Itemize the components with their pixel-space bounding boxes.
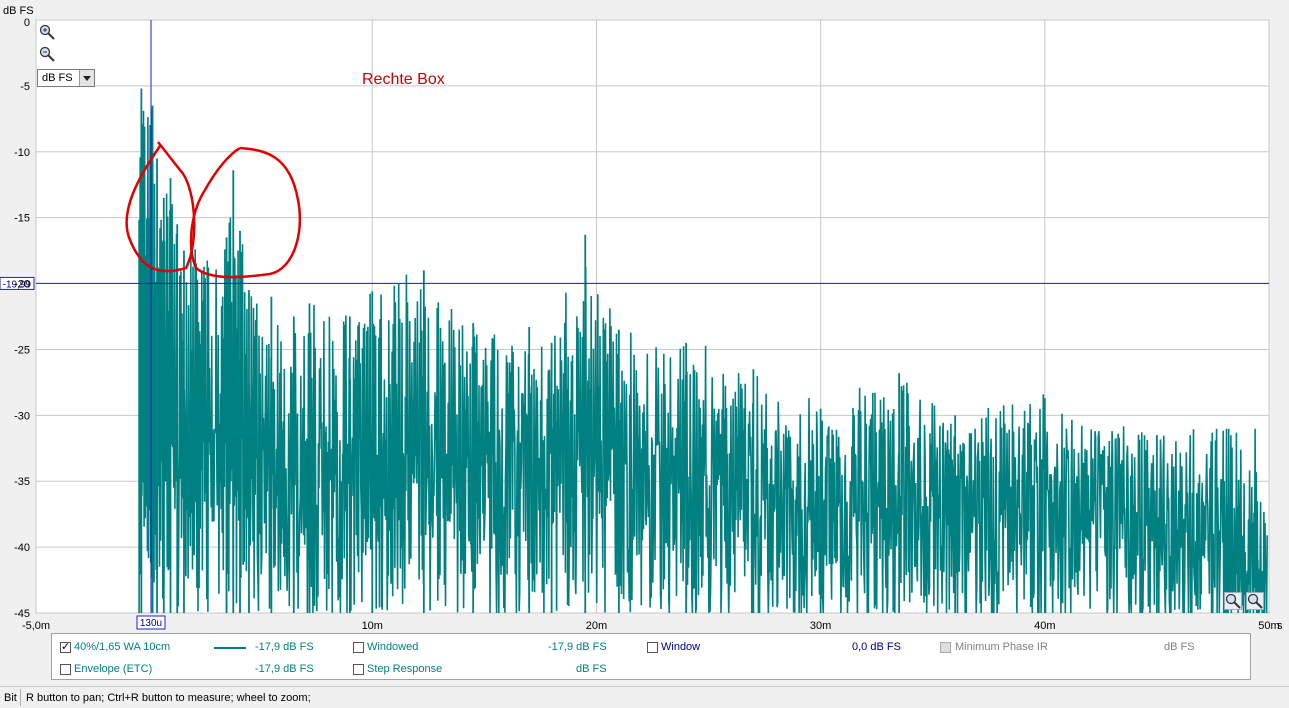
x-tick-label: 30m [810,620,831,632]
legend-value-step: dB FS [576,663,607,675]
chart-annotation: Rechte Box [362,71,445,88]
chevron-down-icon[interactable] [79,70,94,86]
cursor-x-label: 130u [140,618,162,629]
y-unit-select-value: dB FS [42,72,73,84]
legend-value-windowed: -17,9 dB FS [548,641,607,653]
x-axis-unit: s [1277,620,1283,632]
legend-value-main: -17,9 dB FS [255,641,314,653]
legend-checkbox-window[interactable] [647,642,658,653]
x-tick-label: -5,0m [22,620,50,632]
legend-swatch-main [214,647,246,649]
y-tick-label: -35 [14,476,30,488]
legend-value-window: 0,0 dB FS [852,641,901,653]
legend-label-step: Step Response [367,663,443,675]
status-bit: Bit [4,692,17,704]
legend-label-minphase: Minimum Phase IR [955,641,1048,653]
legend-checkbox-step[interactable] [353,664,364,675]
x-zoom-in-icon[interactable] [1224,592,1242,610]
x-tick-label: 10m [362,620,383,632]
legend-checkbox-etc[interactable] [60,664,71,675]
x-tick-label: 20m [586,620,607,632]
legend-checkbox-windowed[interactable] [353,642,364,653]
y-tick-label: -5 [20,81,30,93]
legend-label-windowed: Windowed [367,641,419,653]
legend-value-minphase: dB FS [1164,641,1195,653]
impulse-response-chart[interactable]: -19,99130u 0-5-10-15-20-25-30-35-40-45-5… [0,0,1289,632]
zoom-out-icon[interactable] [39,46,55,62]
legend-label-window: Window [661,641,701,653]
y-unit-select[interactable]: dB FS [37,69,95,87]
status-bar: Bit R button to pan; Ctrl+R button to me… [0,686,1289,708]
legend-value-etc: -17,9 dB FS [255,663,314,675]
legend-label-etc: Envelope (ETC) [74,663,153,675]
y-tick-label: -25 [14,344,30,356]
y-tick-label: 0 [24,17,30,29]
legend-panel: 40%/1,65 WA 10cm -17,9 dB FS Windowed -1… [51,633,1251,680]
y-axis-unit: dB FS [3,5,34,17]
status-hint: R button to pan; Ctrl+R button to measur… [26,692,311,704]
y-tick-label: -10 [14,147,30,159]
legend-label-main: 40%/1,65 WA 10cm [74,641,171,653]
y-tick-label: -40 [14,542,30,554]
zoom-in-icon[interactable] [39,24,55,40]
status-separator [20,689,21,706]
y-tick-label: -45 [14,608,30,620]
legend-checkbox-minphase [940,642,951,653]
y-tick-label: -20 [14,279,30,291]
x-zoom-out-icon[interactable] [1246,592,1264,610]
x-tick-label: 40m [1034,620,1055,632]
legend-checkbox-main[interactable] [60,640,71,653]
y-tick-label: -15 [14,213,30,225]
y-tick-label: -30 [14,410,30,422]
